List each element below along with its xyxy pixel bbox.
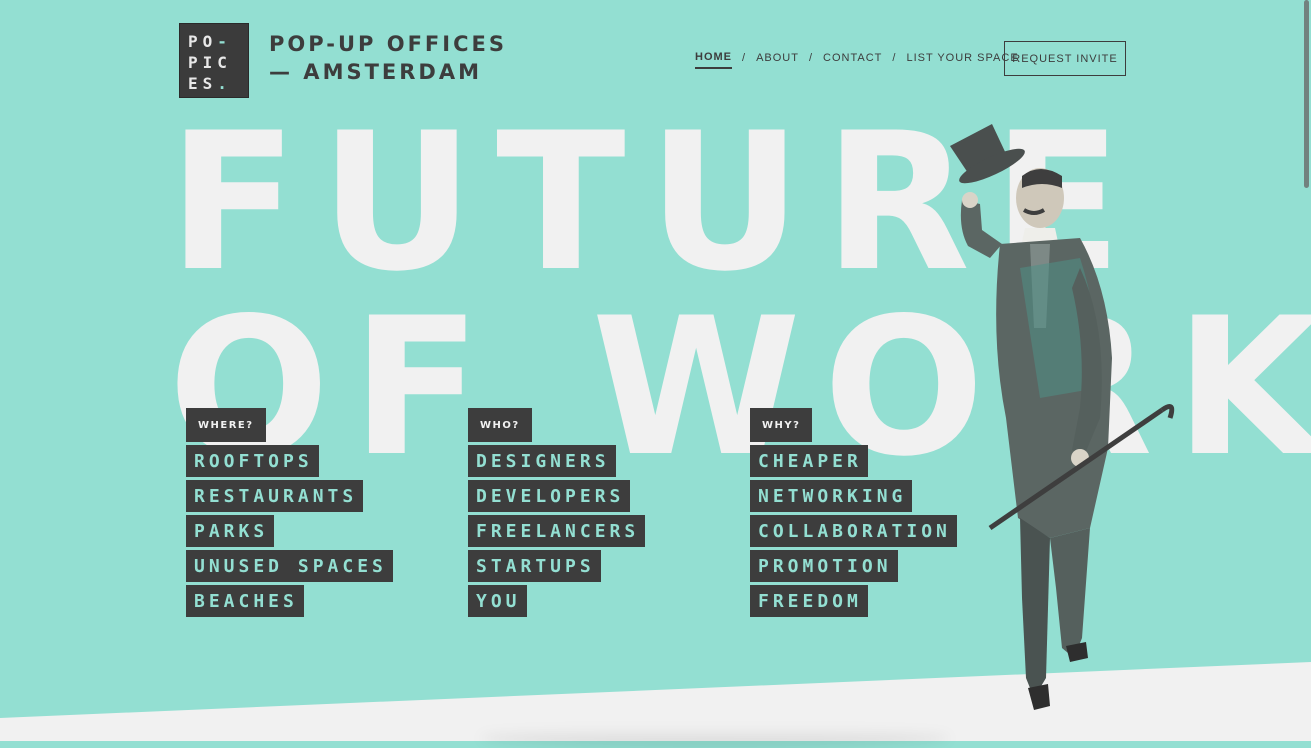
brand-line-1: POP-UP OFFICES — [269, 32, 507, 56]
tag-restaurants[interactable]: RESTAURANTS — [186, 480, 364, 512]
logo-line-2: PIC — [188, 53, 232, 72]
where-tag-list: ROOFTOPS RESTAURANTS PARKS UNUSED SPACES… — [186, 445, 393, 617]
why-column: WHY? CHEAPER NETWORKING COLLABORATION PR… — [750, 408, 957, 620]
who-tag-list: DESIGNERS DEVELOPERS FREELANCERS STARTUP… — [468, 445, 646, 617]
nav-list-your-space[interactable]: LIST YOUR SPACE — [906, 52, 1018, 68]
nav-home[interactable]: HOME — [695, 51, 732, 69]
tag-you[interactable]: YOU — [468, 585, 527, 617]
page-scrollbar[interactable] — [1304, 0, 1309, 188]
main-nav: HOME / ABOUT / CONTACT / LIST YOUR SPACE — [695, 51, 1019, 69]
tag-freedom[interactable]: FREEDOM — [750, 585, 868, 617]
who-column: WHO? DESIGNERS DEVELOPERS FREELANCERS ST… — [468, 408, 646, 620]
tag-developers[interactable]: DEVELOPERS — [468, 480, 631, 512]
tag-startups[interactable]: STARTUPS — [468, 550, 601, 582]
brand-line-2: — AMSTERDAM — [269, 60, 483, 84]
tag-freelancers[interactable]: FREELANCERS — [468, 515, 646, 547]
logo-line-3: ES. — [188, 74, 232, 93]
tag-parks[interactable]: PARKS — [186, 515, 275, 547]
why-label: WHY? — [750, 408, 813, 442]
brand-title: POP-UP OFFICES — AMSTERDAM — [269, 30, 507, 86]
content-shadow — [480, 728, 950, 748]
tag-designers[interactable]: DESIGNERS — [468, 445, 616, 477]
gentleman-with-top-hat-and-cane-illustration — [950, 124, 1175, 710]
nav-contact[interactable]: CONTACT — [823, 52, 882, 68]
nav-about[interactable]: ABOUT — [756, 52, 799, 68]
logo[interactable]: PO- PIC ES. — [179, 23, 249, 98]
nav-separator: / — [892, 52, 897, 64]
where-label: WHERE? — [186, 408, 266, 442]
who-label: WHO? — [468, 408, 532, 442]
tag-cheaper[interactable]: CHEAPER — [750, 445, 868, 477]
logo-line-1: PO- — [188, 32, 232, 51]
nav-separator: / — [742, 52, 747, 64]
tag-collaboration[interactable]: COLLABORATION — [750, 515, 957, 547]
where-column: WHERE? ROOFTOPS RESTAURANTS PARKS UNUSED… — [186, 408, 393, 620]
why-tag-list: CHEAPER NETWORKING COLLABORATION PROMOTI… — [750, 445, 957, 617]
tag-rooftops[interactable]: ROOFTOPS — [186, 445, 319, 477]
tag-unused-spaces[interactable]: UNUSED SPACES — [186, 550, 393, 582]
tag-beaches[interactable]: BEACHES — [186, 585, 304, 617]
nav-separator: / — [808, 52, 814, 64]
request-invite-button[interactable]: REQUEST INVITE — [1004, 41, 1126, 76]
tag-promotion[interactable]: PROMOTION — [750, 550, 898, 582]
tag-networking[interactable]: NETWORKING — [750, 480, 913, 512]
